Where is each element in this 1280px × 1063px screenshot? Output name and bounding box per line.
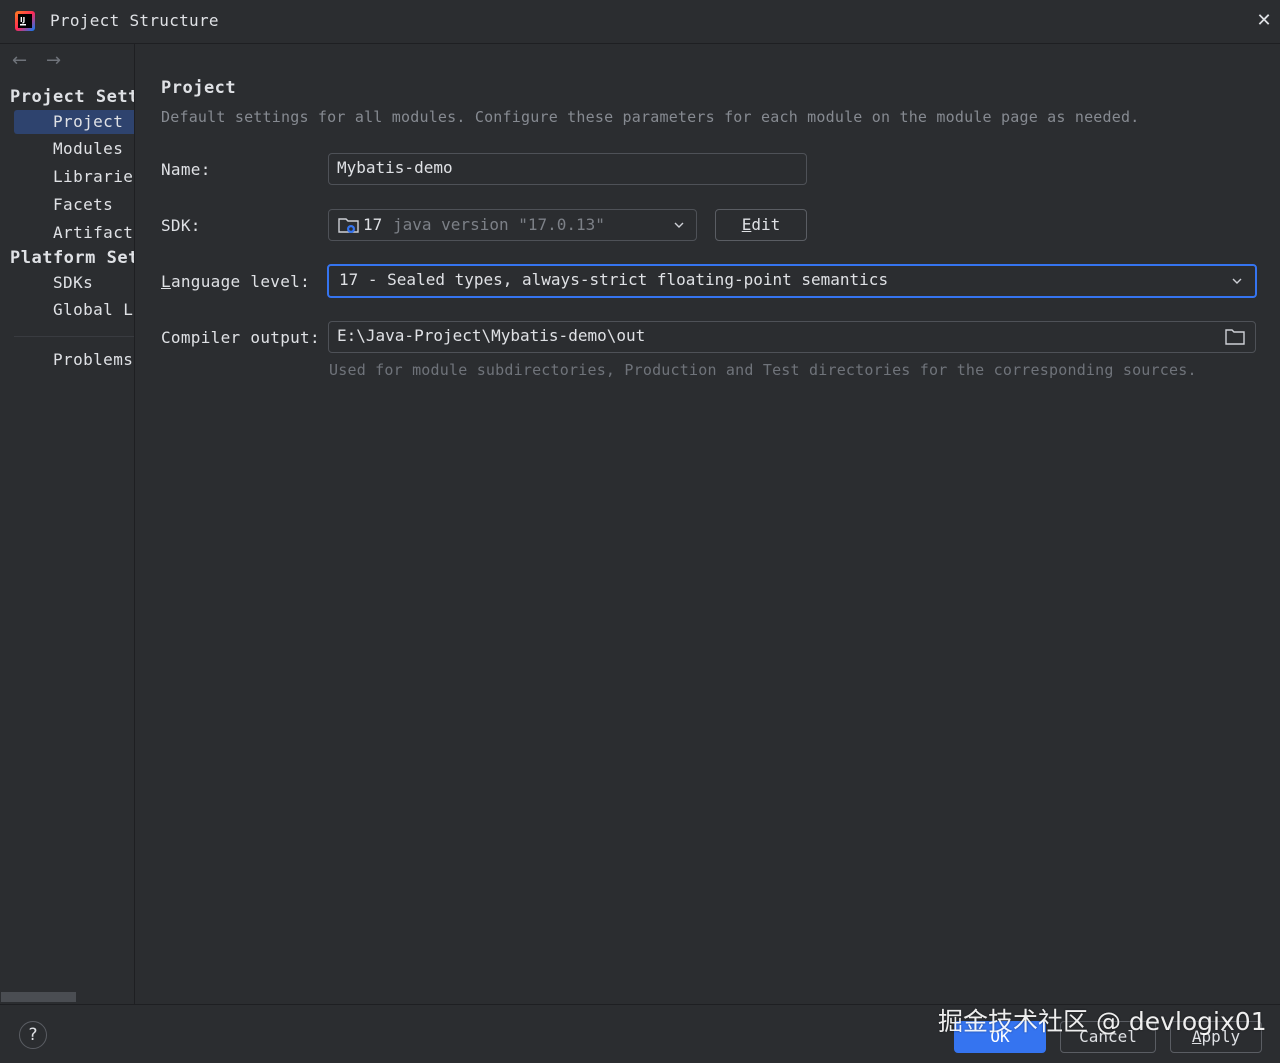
sidebar-item-project[interactable]: Project [14,110,134,134]
name-input[interactable]: Mybatis-demo [328,153,807,185]
close-button[interactable]: ✕ [1252,10,1276,34]
back-arrow-icon[interactable]: ← [12,50,34,74]
sdk-version: java version "17.0.13" [393,215,605,234]
folder-icon[interactable] [1225,328,1245,346]
watermark: 掘金技术社区 @ devlogix01 [938,1007,1267,1036]
language-level-value: 17 - Sealed types, always-strict floatin… [339,270,889,289]
name-label: Name: [161,160,211,179]
sidebar-item-facets[interactable]: Facets [14,193,134,217]
sidebar-item-libraries[interactable]: Libraries [14,165,134,189]
sdk-label: SDK: [161,216,201,235]
sidebar: ← → Project Sett Project Modules Librari… [0,44,135,1004]
sidebar-scrollbar[interactable] [1,992,76,1002]
page-title: Project [161,78,237,98]
compiler-output-input[interactable]: E:\Java-Project\Mybatis-demo\out [328,321,1256,353]
language-level-combo[interactable]: 17 - Sealed types, always-strict floatin… [327,264,1257,298]
sidebar-divider [14,336,134,337]
sdk-name: 17 [363,215,383,234]
window-title: Project Structure [50,11,219,30]
language-level-label: Language level: [161,272,310,291]
main-panel: Project Default settings for all modules… [136,44,1280,1004]
forward-arrow-icon[interactable]: → [46,50,68,74]
help-icon[interactable]: ? [19,1021,47,1049]
chevron-down-icon [1232,278,1242,284]
compiler-output-hint: Used for module subdirectories, Producti… [329,361,1197,379]
sidebar-item-sdks[interactable]: SDKs [14,271,134,295]
sidebar-item-artifacts[interactable]: Artifacts [14,221,134,245]
svg-text:IJ: IJ [20,16,25,24]
compiler-output-label: Compiler output: [161,328,320,347]
sidebar-item-modules[interactable]: Modules [14,137,134,161]
title-bar: IJ Project Structure ✕ [0,0,1280,44]
sidebar-item-global-libraries[interactable]: Global Libraries [14,298,134,322]
chevron-down-icon [674,222,684,228]
sdk-combo[interactable]: 17 java version "17.0.13" [328,209,697,241]
intellij-idea-icon: IJ [15,11,35,31]
sidebar-item-problems[interactable]: Problems [14,348,134,372]
group-project-settings: Project Sett [10,87,135,107]
group-platform-settings: Platform Set [10,248,135,268]
folder-icon [338,218,359,233]
page-description: Default settings for all modules. Config… [161,108,1140,126]
edit-sdk-button[interactable]: Edit [715,209,807,241]
